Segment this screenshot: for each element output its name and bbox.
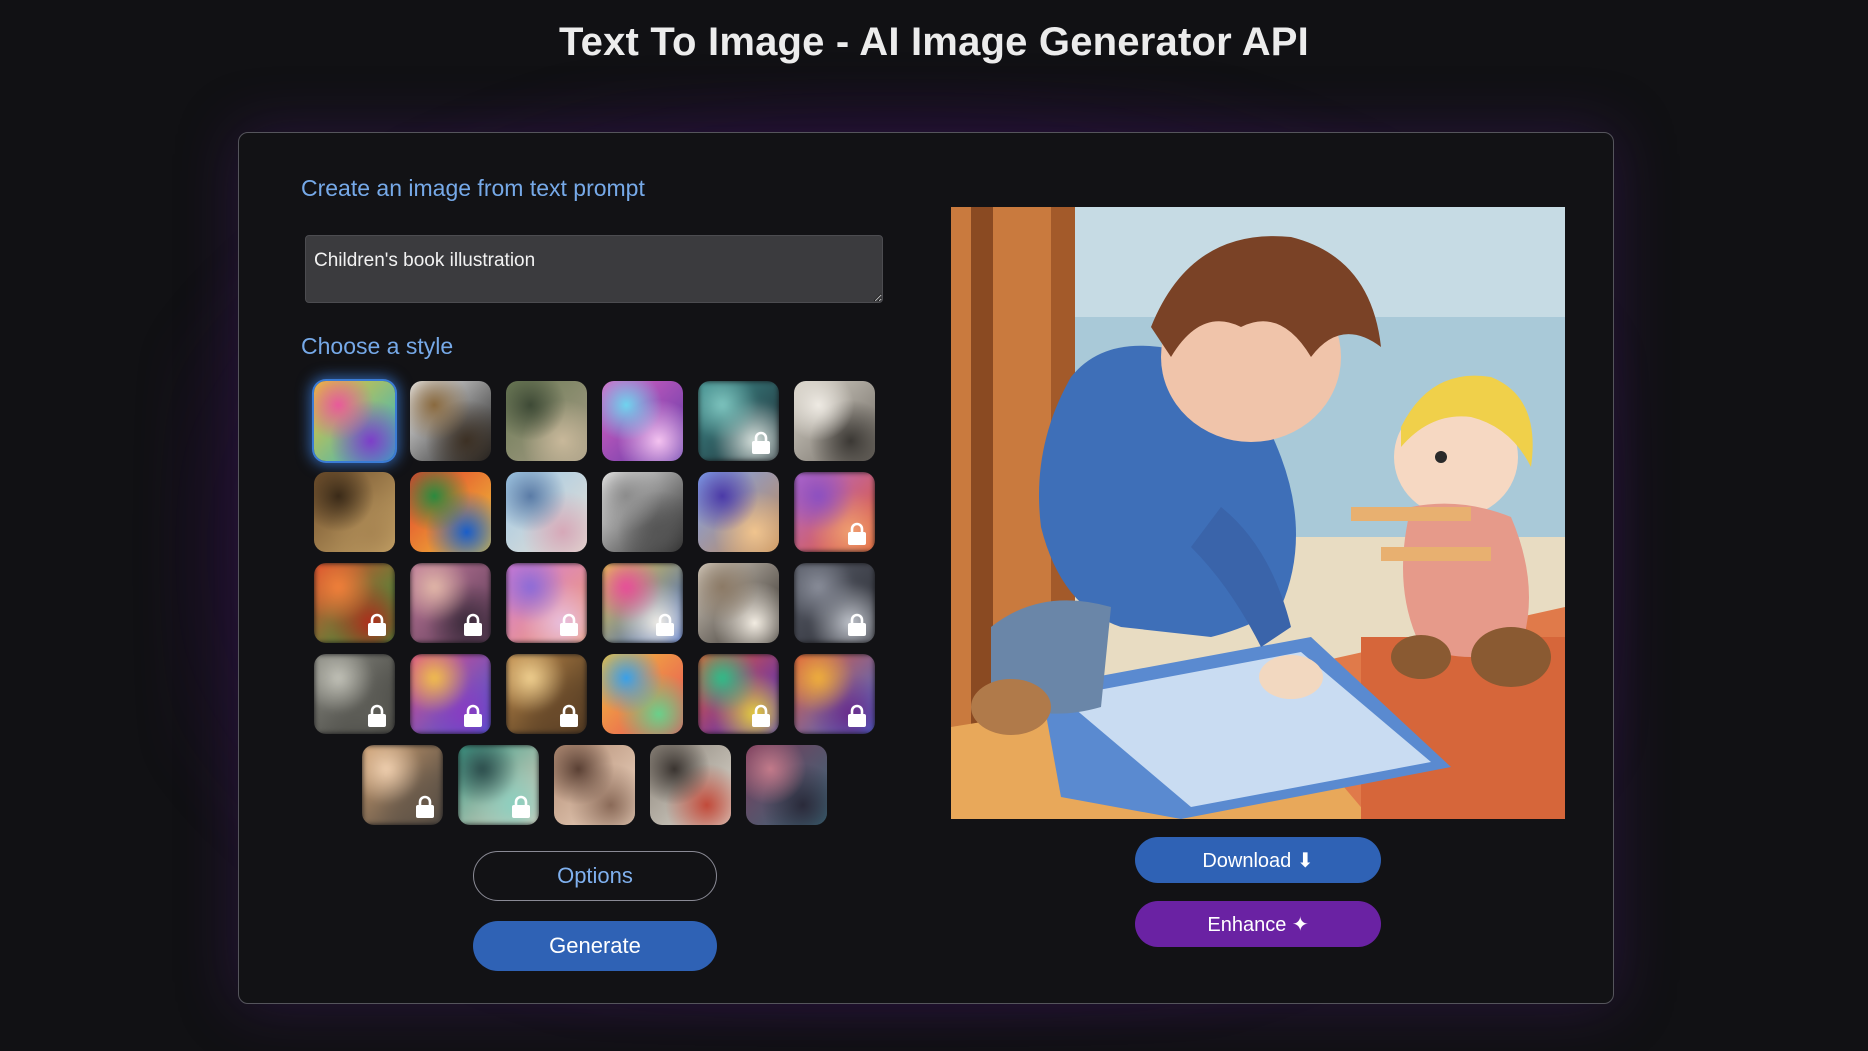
style-option[interactable]	[361, 745, 443, 825]
style-option[interactable]	[505, 563, 587, 643]
style-option[interactable]	[601, 472, 683, 552]
style-thumbnail-image	[649, 745, 731, 825]
style-thumbnail-image	[313, 381, 395, 461]
style-option[interactable]	[601, 654, 683, 734]
page-title: Text To Image - AI Image Generator API	[559, 20, 1309, 64]
style-option[interactable]	[553, 745, 635, 825]
style-option[interactable]	[793, 381, 875, 461]
style-option[interactable]	[313, 654, 395, 734]
style-thumbnail-image	[505, 472, 587, 552]
style-thumbnail-image	[601, 654, 683, 734]
style-thumbnail-image	[601, 381, 683, 461]
style-thumbnail-image	[505, 381, 587, 461]
style-option[interactable]	[697, 381, 779, 461]
style-thumbnail-image	[409, 472, 491, 552]
style-option[interactable]	[313, 472, 395, 552]
style-option[interactable]	[649, 745, 731, 825]
style-option[interactable]	[601, 381, 683, 461]
style-option[interactable]	[793, 472, 875, 552]
lock-icon	[463, 704, 483, 728]
style-option[interactable]	[505, 381, 587, 461]
lock-icon	[559, 613, 579, 637]
style-option[interactable]	[697, 472, 779, 552]
lock-icon	[655, 613, 675, 637]
style-thumbnail-image	[697, 472, 779, 552]
lock-icon	[847, 522, 867, 546]
generator-card: Create an image from text prompt Childre…	[238, 132, 1614, 1004]
lock-icon	[847, 613, 867, 637]
lock-icon	[367, 613, 387, 637]
lock-icon	[559, 704, 579, 728]
lock-icon	[463, 613, 483, 637]
lock-icon	[511, 795, 531, 819]
style-option[interactable]	[313, 563, 395, 643]
style-thumbnail-image	[313, 472, 395, 552]
style-option[interactable]	[409, 381, 491, 461]
style-option[interactable]	[409, 472, 491, 552]
style-thumbnail-image	[745, 745, 827, 825]
style-option[interactable]	[505, 472, 587, 552]
prompt-input[interactable]: Children's book illustration	[305, 235, 883, 303]
style-thumbnail-image	[793, 381, 875, 461]
generated-image	[951, 207, 1565, 819]
lock-icon	[415, 795, 435, 819]
lock-icon	[751, 431, 771, 455]
options-button[interactable]: Options	[473, 851, 717, 901]
style-option[interactable]	[409, 654, 491, 734]
style-option[interactable]	[505, 654, 587, 734]
lock-icon	[847, 704, 867, 728]
style-option[interactable]	[457, 745, 539, 825]
prompt-heading: Create an image from text prompt	[301, 175, 645, 201]
enhance-button[interactable]: Enhance ✦	[1135, 901, 1381, 947]
lock-icon	[751, 704, 771, 728]
style-option[interactable]	[793, 563, 875, 643]
style-option[interactable]	[793, 654, 875, 734]
download-button[interactable]: Download ⬇	[1135, 837, 1381, 883]
style-thumbnail-image	[553, 745, 635, 825]
style-option[interactable]	[745, 745, 827, 825]
style-thumbnail-image	[601, 472, 683, 552]
generated-image-illustration	[951, 207, 1565, 819]
lock-icon	[367, 704, 387, 728]
style-thumbnail-image	[697, 563, 779, 643]
style-option[interactable]	[601, 563, 683, 643]
style-option[interactable]	[409, 563, 491, 643]
style-grid	[309, 381, 879, 825]
style-thumbnail-image	[409, 381, 491, 461]
style-option[interactable]	[697, 563, 779, 643]
style-heading: Choose a style	[301, 333, 454, 359]
style-option[interactable]	[697, 654, 779, 734]
style-option[interactable]	[313, 381, 395, 461]
generate-button[interactable]: Generate	[473, 921, 717, 971]
